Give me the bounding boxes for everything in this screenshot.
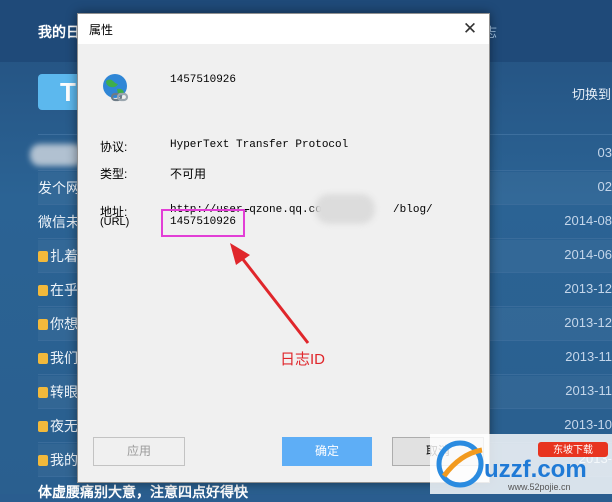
switch-link[interactable]: 切换到	[572, 84, 611, 103]
blurred-username	[315, 194, 375, 224]
list-item-title[interactable]: 微信未	[38, 212, 78, 232]
list-item-title-text: 我们	[50, 350, 78, 366]
protocol-label: 协议:	[100, 140, 128, 154]
bottom-ad-text[interactable]: 体虚腰痛别大意，注意四点好得快	[38, 482, 248, 502]
watermark-brand: uzzf.com	[484, 456, 587, 483]
lock-icon	[38, 319, 48, 330]
list-item-date: 02	[597, 179, 612, 194]
list-item-title-text: 微信未	[38, 214, 78, 230]
lock-icon	[38, 387, 48, 398]
list-item-title[interactable]: 你想	[38, 314, 78, 334]
list-item-title-text: 在乎	[50, 282, 78, 298]
globe-link-icon	[103, 74, 129, 102]
lock-icon	[38, 455, 48, 466]
properties-dialog: 属性 ✕ 1457510926 协议: HyperText Transfer P…	[77, 13, 490, 483]
list-item-date: 2013-10	[564, 417, 612, 432]
blurred-content	[30, 144, 84, 166]
address-suffix: /blog/	[393, 204, 433, 216]
annotation-arrow	[230, 243, 310, 344]
dialog-titlebar: 属性 ✕	[78, 14, 489, 44]
blog-page-title[interactable]: 我的日志	[38, 22, 78, 42]
watermark-logo: 东坡下载 uzzf.com www.52pojie.cn	[430, 434, 612, 494]
list-item-title-text: 我的	[50, 452, 78, 468]
annotation-label: 日志ID	[280, 351, 326, 368]
watermark-site: www.52pojie.cn	[507, 482, 571, 492]
lock-icon	[38, 285, 48, 296]
close-icon[interactable]: ✕	[460, 19, 480, 39]
list-item-date: 2013-11	[565, 349, 612, 364]
list-item-title[interactable]: 我们	[38, 348, 78, 368]
header-id-text: 1457510926	[170, 74, 237, 86]
list-item-date: 2014-08	[564, 213, 612, 228]
list-item-title-text: 转眼	[50, 384, 78, 400]
list-item-date: 2014-06	[564, 247, 612, 262]
list-item-title[interactable]: 在乎	[38, 280, 78, 300]
list-item-title[interactable]: 转眼	[38, 382, 78, 402]
dialog-title: 属性	[89, 23, 114, 37]
lock-icon	[38, 353, 48, 364]
ok-button[interactable]: 确定	[282, 437, 372, 466]
list-item-title-text: 扎着	[50, 248, 78, 264]
list-item-date: 03	[597, 145, 612, 160]
list-item-date: 2013-12	[564, 281, 612, 296]
list-item-title-text: 夜无	[50, 418, 78, 434]
apply-button[interactable]: 应用	[93, 437, 185, 466]
list-item-date: 2013-12	[564, 315, 612, 330]
protocol-value: HyperText Transfer Protocol	[170, 139, 349, 151]
lock-icon	[38, 251, 48, 262]
watermark-badge: 东坡下载	[553, 443, 593, 456]
list-item-date: 2013-11	[565, 383, 612, 398]
list-item-title[interactable]: 发个网	[38, 178, 78, 198]
type-value: 不可用	[170, 167, 207, 181]
list-item-title[interactable]: 夜无	[38, 416, 78, 436]
lock-icon	[38, 421, 48, 432]
list-item-title[interactable]: 扎着	[38, 246, 78, 266]
url-label: (URL)	[100, 216, 130, 228]
list-item-title-text: 发个网	[38, 180, 78, 196]
list-item-title[interactable]: 我的	[38, 450, 78, 470]
type-label: 类型:	[100, 167, 128, 181]
highlight-box	[161, 209, 245, 237]
list-item-title-text: 你想	[50, 316, 78, 332]
